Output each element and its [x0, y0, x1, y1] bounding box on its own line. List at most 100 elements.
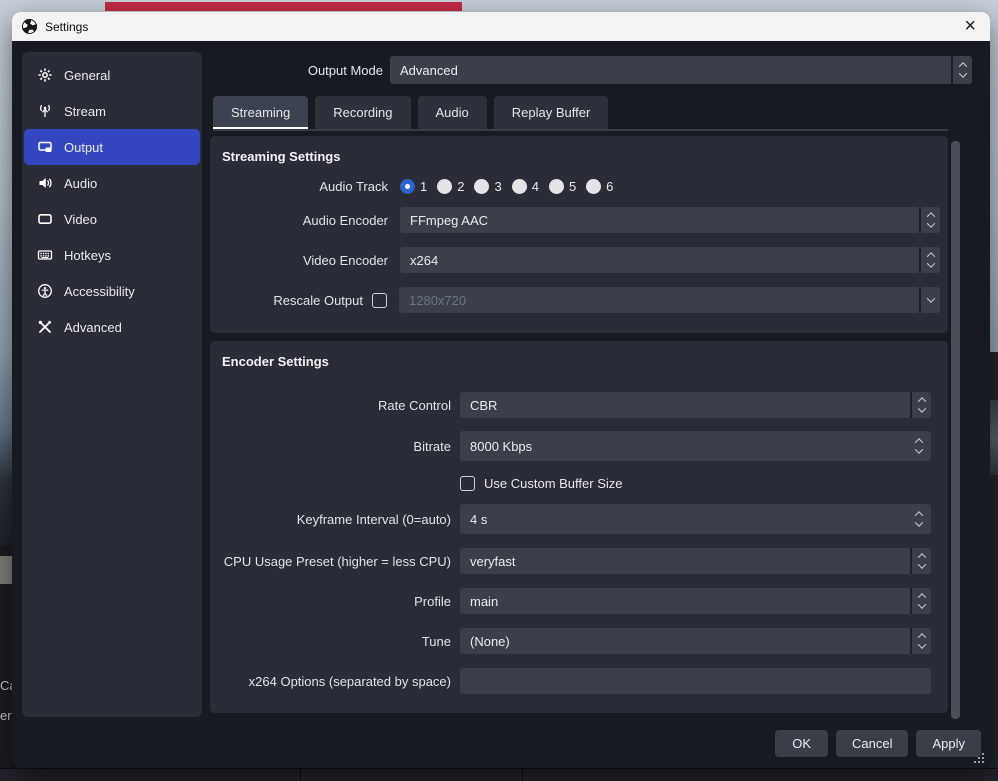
x264-options-input[interactable] — [460, 668, 931, 694]
background-thumbnail-edge — [0, 556, 12, 584]
tools-icon — [37, 319, 53, 335]
sidebar-item-advanced[interactable]: Advanced — [24, 309, 200, 345]
profile-select[interactable]: main — [460, 588, 931, 614]
vertical-scrollbar[interactable] — [951, 141, 960, 719]
output-mode-select[interactable]: Advanced — [390, 56, 972, 84]
sidebar-item-label: Video — [64, 212, 97, 227]
audio-track-option-3[interactable]: 3 — [474, 179, 501, 194]
audio-encoder-row: Audio Encoder FFmpeg AAC — [210, 207, 940, 233]
apply-button[interactable]: Apply — [916, 730, 981, 757]
keyframe-interval-label: Keyframe Interval (0=auto) — [210, 512, 451, 527]
accessibility-icon — [37, 283, 53, 299]
encoder-settings-card: Encoder Settings Rate Control CBR Bitrat… — [210, 341, 948, 713]
sidebar-item-hotkeys[interactable]: Hotkeys — [24, 237, 200, 273]
radio-icon[interactable] — [437, 179, 452, 194]
resize-grip[interactable] — [973, 753, 984, 764]
bitrate-value: 8000 Kbps — [460, 439, 931, 454]
gear-icon — [37, 67, 53, 83]
spinbox-arrows-icon[interactable] — [916, 431, 922, 461]
background-divider — [522, 769, 523, 781]
background-red-bar — [105, 2, 462, 11]
output-mode-value: Advanced — [390, 56, 951, 84]
radio-label: 4 — [532, 179, 539, 194]
radio-icon[interactable] — [400, 179, 415, 194]
keyboard-icon — [37, 247, 53, 263]
ok-button[interactable]: OK — [775, 730, 828, 757]
bitrate-spinbox[interactable]: 8000 Kbps — [460, 431, 931, 461]
sidebar-item-label: Hotkeys — [64, 248, 111, 263]
spinbox-arrows-icon[interactable] — [916, 504, 922, 534]
output-display-icon — [37, 139, 53, 155]
spinner-chevrons-icon[interactable] — [919, 247, 940, 273]
output-mode-label: Output Mode — [210, 63, 383, 78]
audio-track-option-4[interactable]: 4 — [512, 179, 539, 194]
custom-buffer-label: Use Custom Buffer Size — [484, 476, 622, 491]
video-encoder-select[interactable]: x264 — [400, 247, 940, 273]
section-header: Streaming Settings — [222, 149, 340, 164]
dialog-footer: OK Cancel Apply — [775, 730, 981, 757]
audio-track-option-5[interactable]: 5 — [549, 179, 576, 194]
tabs-baseline — [213, 129, 948, 131]
spinner-chevrons-icon[interactable] — [951, 56, 972, 84]
tab-audio[interactable]: Audio — [418, 96, 487, 129]
sidebar-item-accessibility[interactable]: Accessibility — [24, 273, 200, 309]
rate-control-select[interactable]: CBR — [460, 392, 931, 418]
keyframe-interval-row: Keyframe Interval (0=auto) 4 s — [210, 504, 931, 534]
settings-sidebar: General Stream Output Audio Video Hotkey… — [22, 52, 202, 717]
rate-control-row: Rate Control CBR — [210, 392, 931, 418]
x264-options-row: x264 Options (separated by space) — [210, 668, 931, 694]
section-header: Encoder Settings — [222, 354, 329, 369]
close-button[interactable]: × — [964, 13, 976, 39]
rescale-resolution-select[interactable]: 1280x720 — [399, 287, 940, 313]
sidebar-item-label: Stream — [64, 104, 106, 119]
sidebar-item-audio[interactable]: Audio — [24, 165, 200, 201]
audio-track-option-1[interactable]: 1 — [400, 179, 427, 194]
spinner-chevrons-icon[interactable] — [910, 392, 931, 418]
keyframe-interval-spinbox[interactable]: 4 s — [460, 504, 931, 534]
tab-recording[interactable]: Recording — [315, 96, 410, 129]
sidebar-item-stream[interactable]: Stream — [24, 93, 200, 129]
tab-streaming[interactable]: Streaming — [213, 96, 308, 129]
radio-icon[interactable] — [549, 179, 564, 194]
spinner-chevrons-icon[interactable] — [919, 207, 940, 233]
tab-replay-buffer[interactable]: Replay Buffer — [494, 96, 609, 129]
audio-track-option-2[interactable]: 2 — [437, 179, 464, 194]
streaming-settings-card: Streaming Settings Audio Track 1 2 3 4 5… — [210, 136, 948, 333]
audio-track-option-6[interactable]: 6 — [586, 179, 613, 194]
custom-buffer-row: Use Custom Buffer Size — [210, 470, 931, 496]
cpu-preset-value: veryfast — [460, 548, 910, 574]
rate-control-value: CBR — [460, 392, 910, 418]
cpu-preset-select[interactable]: veryfast — [460, 548, 931, 574]
sidebar-item-label: Output — [64, 140, 103, 155]
rate-control-label: Rate Control — [210, 398, 451, 413]
background-text-fragment: er — [0, 708, 12, 723]
spinner-chevrons-icon[interactable] — [910, 628, 931, 654]
cancel-button[interactable]: Cancel — [836, 730, 908, 757]
spinner-chevrons-icon[interactable] — [910, 548, 931, 574]
spinner-chevrons-icon[interactable] — [910, 588, 931, 614]
profile-label: Profile — [210, 594, 451, 609]
profile-row: Profile main — [210, 588, 931, 614]
radio-label: 1 — [420, 179, 427, 194]
custom-buffer-checkbox[interactable] — [460, 476, 475, 491]
audio-encoder-label: Audio Encoder — [210, 213, 388, 228]
sidebar-item-general[interactable]: General — [24, 57, 200, 93]
bitrate-row: Bitrate 8000 Kbps — [210, 431, 931, 461]
radio-icon[interactable] — [474, 179, 489, 194]
rescale-output-checkbox[interactable] — [372, 293, 387, 308]
radio-label: 3 — [494, 179, 501, 194]
sidebar-item-label: General — [64, 68, 110, 83]
titlebar[interactable]: Settings × — [12, 12, 990, 41]
background-taskbar-strip — [0, 768, 998, 781]
radio-icon[interactable] — [512, 179, 527, 194]
sidebar-item-label: Accessibility — [64, 284, 135, 299]
radio-icon[interactable] — [586, 179, 601, 194]
dropdown-chevron-icon[interactable] — [919, 287, 940, 313]
audio-encoder-select[interactable]: FFmpeg AAC — [400, 207, 940, 233]
x264-options-label: x264 Options (separated by space) — [210, 674, 451, 689]
sidebar-item-label: Audio — [64, 176, 97, 191]
sidebar-item-video[interactable]: Video — [24, 201, 200, 237]
sidebar-item-output[interactable]: Output — [24, 129, 200, 165]
tune-select[interactable]: (None) — [460, 628, 931, 654]
obs-logo-icon — [22, 19, 37, 34]
